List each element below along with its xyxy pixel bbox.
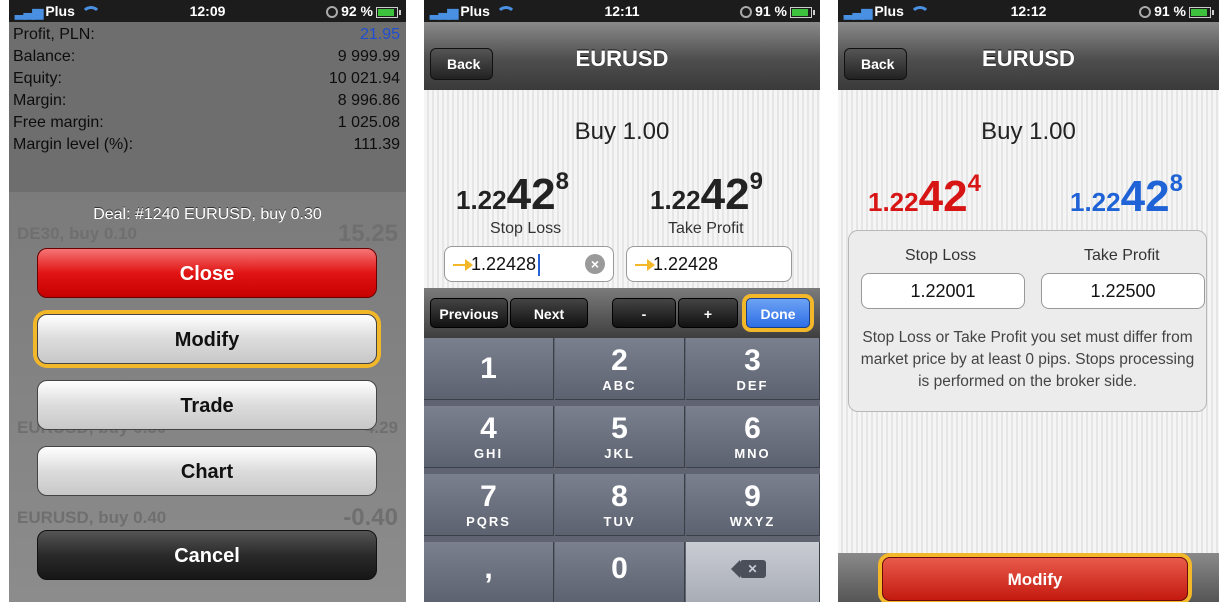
position-row: EURUSD, buy 0.40 -0.40: [17, 504, 398, 531]
close-button[interactable]: Close: [37, 248, 377, 298]
ask-price: 1.22429: [650, 168, 763, 219]
key-8[interactable]: 8 TUV: [555, 474, 685, 536]
account-row: Balance: 9 999.99: [13, 48, 400, 65]
increment-button[interactable]: +: [678, 298, 738, 328]
lock-rotation-icon: [1139, 6, 1152, 19]
battery-percent: 91 %: [755, 3, 787, 19]
status-bar: ▂▃▅ Plus 12:12 91 %: [838, 0, 1219, 22]
stops-panel: Stop Loss Take Profit 1.22001 1.22500 St…: [848, 230, 1207, 412]
key-1[interactable]: 1: [424, 338, 554, 400]
nav-bar: Back EURUSD: [424, 22, 820, 90]
backspace-key[interactable]: ✕: [686, 542, 820, 602]
keyboard-toolbar: Previous Next - + Done: [424, 288, 820, 338]
clear-icon[interactable]: ×: [585, 254, 605, 274]
battery-icon: [376, 6, 401, 18]
modify-button[interactable]: Modify: [37, 314, 377, 364]
phone-screen-1: ▂▃▅ Plus 12:09 92 % Profit, PLN: 21.95 Bal…: [9, 0, 406, 602]
stop-loss-label: Stop Loss: [490, 220, 562, 237]
key-2[interactable]: 2 ABC: [555, 338, 685, 400]
stop-loss-field[interactable]: 1.22001: [861, 273, 1025, 309]
stops-note: Stop Loss or Take Profit you set must di…: [860, 329, 1195, 390]
stop-loss-field[interactable]: 1.22428 ×: [444, 246, 614, 282]
account-row: Free margin: 1 025.08: [13, 114, 400, 131]
nav-bar: Back EURUSD: [838, 22, 1219, 90]
stop-loss-label: Stop Loss: [905, 247, 977, 264]
lock-rotation-icon: [326, 6, 339, 19]
next-button[interactable]: Next: [510, 298, 588, 328]
account-summary: Profit, PLN: 21.95 Balance: 9 999.99 Equit…: [9, 22, 406, 192]
battery: 92 %: [326, 3, 401, 19]
take-profit-field[interactable]: 1.22500: [1041, 273, 1205, 309]
battery-icon: [790, 6, 815, 18]
page-title: EURUSD: [575, 46, 669, 71]
order-title: Buy 1.00: [574, 118, 670, 145]
text-cursor: [538, 254, 541, 277]
bid-price: 1.22424: [868, 170, 981, 221]
arrow-right-icon: [453, 259, 473, 272]
numeric-keypad: 1 2 ABC 3 DEF 4 GHI 5 JKL 6 MNO 7 PQRS 8 TUV 9W…: [424, 338, 820, 602]
account-row: Margin: 8 996.86: [13, 92, 400, 109]
phone-screen-2: ▂▃▅ Plus 12:11 91 % Back EURUSD Buy 1.00 …: [424, 0, 820, 602]
previous-button[interactable]: Previous: [430, 298, 508, 328]
bid-price: 1.22428: [456, 168, 569, 219]
order-title: Buy 1.00: [981, 118, 1076, 145]
backspace-icon: ✕: [730, 560, 766, 578]
cancel-button[interactable]: Cancel: [37, 530, 377, 580]
chart-button[interactable]: Chart: [37, 446, 377, 496]
modify-button[interactable]: Modify: [882, 557, 1188, 601]
account-row: Margin level (%): 111.39: [13, 136, 400, 153]
key-comma[interactable]: ,: [424, 542, 554, 602]
lock-rotation-icon: [740, 6, 753, 19]
battery: 91 %: [740, 3, 815, 19]
ask-price: 1.22428: [1070, 170, 1183, 221]
done-button[interactable]: Done: [746, 298, 810, 328]
battery-percent: 92 %: [341, 3, 373, 19]
position-row: DE30, buy 0.10 15.25: [17, 220, 398, 247]
take-profit-field[interactable]: 1.22428: [626, 246, 792, 282]
key-3[interactable]: 3 DEF: [686, 338, 820, 400]
battery-icon: [1189, 6, 1214, 18]
key-7[interactable]: 7 PQRS: [424, 474, 554, 536]
decrement-button[interactable]: -: [612, 298, 676, 328]
status-bar: ▂▃▅ Plus 12:11 91 %: [424, 0, 820, 22]
take-profit-label: Take Profit: [668, 220, 744, 237]
take-profit-label: Take Profit: [1084, 247, 1160, 264]
status-bar: ▂▃▅ Plus 12:09 92 %: [9, 0, 406, 22]
deal-title: Deal: #1240 EURUSD, buy 0.30: [93, 206, 322, 223]
key-9[interactable]: 9 WXYZ: [686, 474, 820, 536]
battery: 91 %: [1139, 3, 1214, 19]
key-5[interactable]: 5 JKL: [555, 406, 685, 468]
key-0[interactable]: 0: [555, 542, 685, 602]
trade-button[interactable]: Trade: [37, 380, 377, 430]
account-row: Profit, PLN: 21.95: [13, 26, 400, 43]
account-row: Equity: 10 021.94: [13, 70, 400, 87]
key-6[interactable]: 6 MNO: [686, 406, 820, 468]
arrow-right-icon: [635, 259, 655, 272]
phone-screen-3: ▂▃▅ Plus 12:12 91 % Back EURUSD Buy 1.00 …: [838, 0, 1219, 602]
battery-percent: 91 %: [1154, 3, 1186, 19]
page-title: EURUSD: [982, 46, 1075, 71]
key-4[interactable]: 4 GHI: [424, 406, 554, 468]
